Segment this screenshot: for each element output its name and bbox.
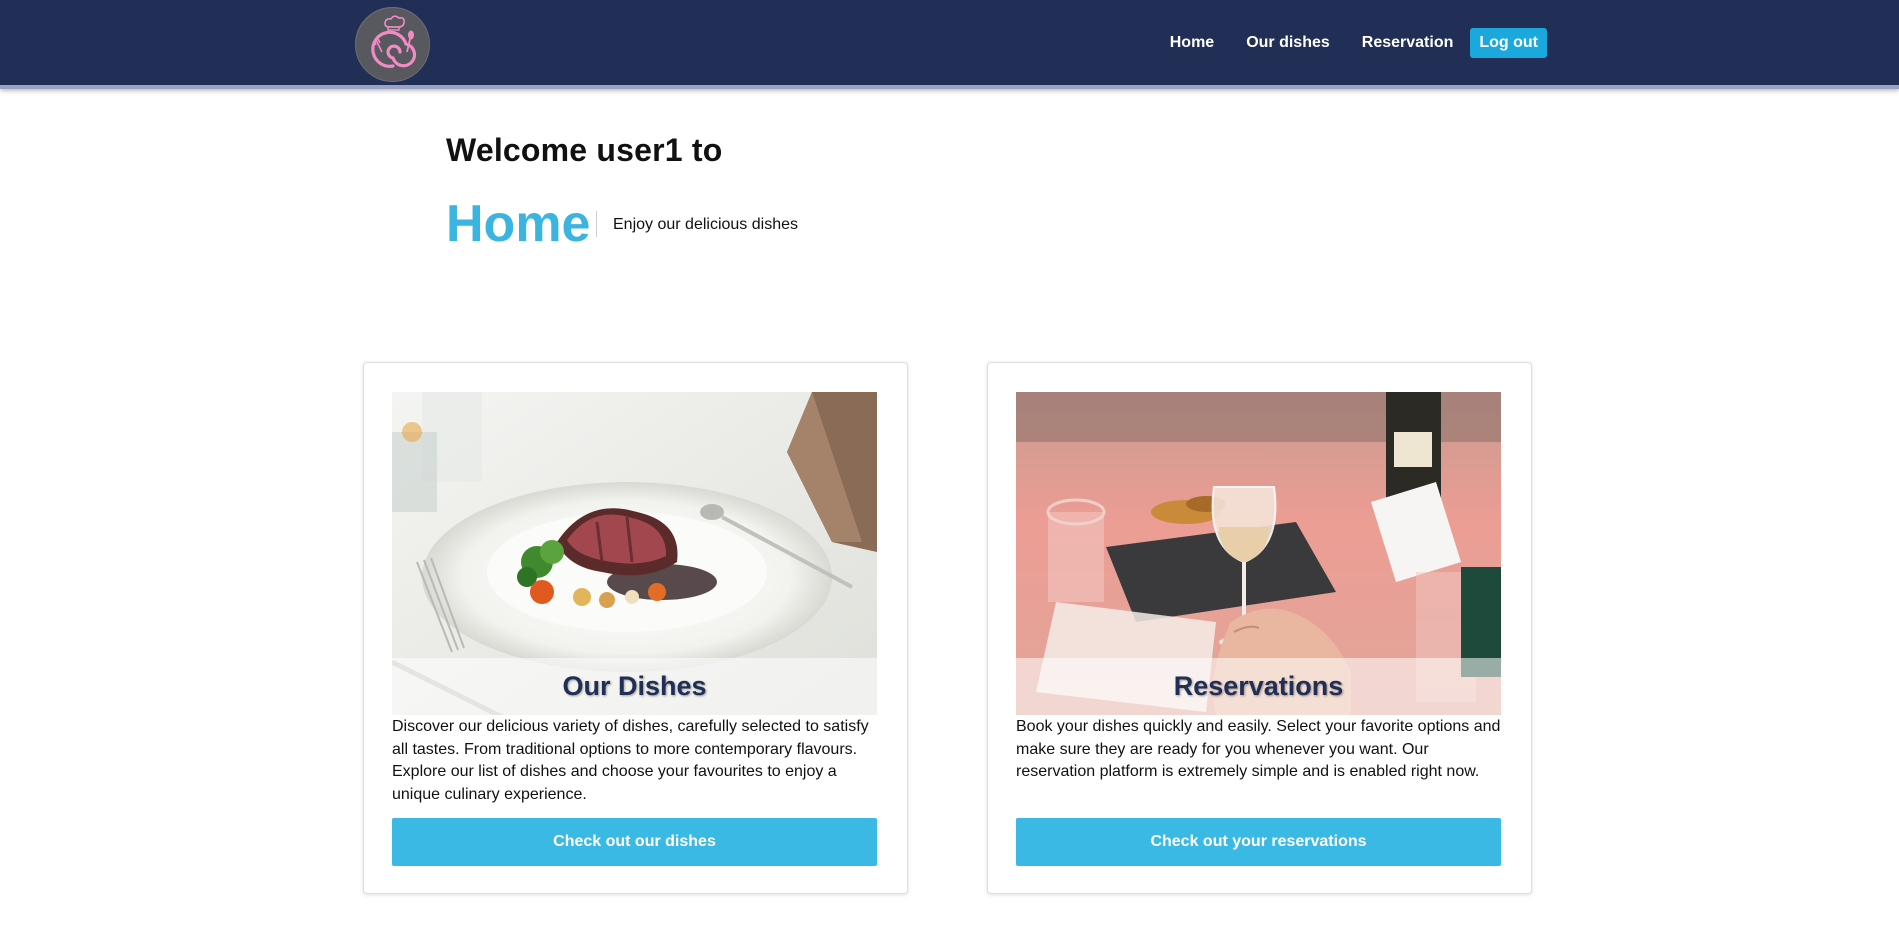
check-dishes-button[interactable]: Check out our dishes	[392, 818, 877, 866]
nav-link-home[interactable]: Home	[1170, 28, 1214, 58]
chef-logo-icon[interactable]	[355, 7, 430, 82]
logout-button[interactable]: Log out	[1470, 28, 1547, 58]
navbar: Home Our dishes Reservation Log out	[0, 0, 1899, 89]
reservations-card: Reservations Book your dishes quickly an…	[987, 362, 1532, 894]
nav-link-our-dishes[interactable]: Our dishes	[1246, 28, 1330, 58]
check-reservations-button[interactable]: Check out your reservations	[1016, 818, 1501, 866]
welcome-heading: Welcome user1 to	[446, 132, 723, 168]
nav-link-reservation[interactable]: Reservation	[1362, 28, 1454, 58]
nav-links: Home Our dishes Reservation Log out	[1138, 28, 1547, 58]
dishes-image: Our Dishes	[392, 392, 877, 715]
reservations-image: Reservations	[1016, 392, 1501, 715]
reservations-card-title: Reservations	[1016, 658, 1501, 715]
dishes-card-title: Our Dishes	[392, 658, 877, 715]
dishes-card-text: Discover our delicious variety of dishes…	[392, 718, 869, 803]
page-title: Home	[446, 195, 591, 253]
hero-divider	[596, 211, 597, 237]
reservations-card-text: Book your dishes quickly and easily. Sel…	[1016, 718, 1501, 780]
dishes-card: Our Dishes Discover our delicious variet…	[363, 362, 908, 894]
page-subtitle: Enjoy our delicious dishes	[613, 216, 798, 233]
